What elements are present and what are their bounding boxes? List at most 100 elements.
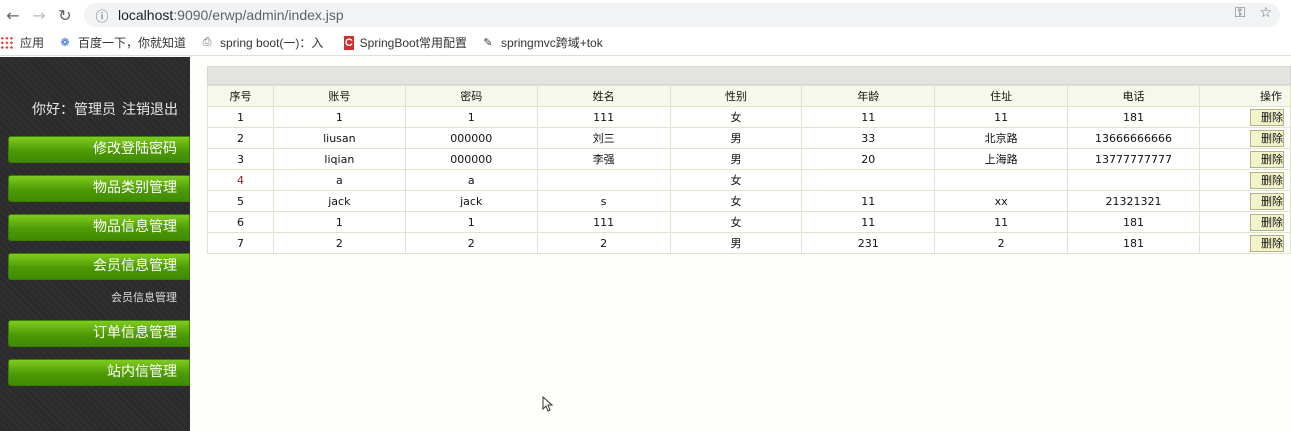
table-cell: 181 [1067, 211, 1200, 233]
main-content: 序号 账号 密码 姓名 性别 年龄 住址 电话 操作 1 1 1 111 女 11 11 18… [190, 57, 1291, 431]
table-cell: 111 [536, 211, 671, 233]
table-row: 1 1 1 111 女 11 11 181 删除 [207, 106, 1291, 128]
mouse-cursor-icon [542, 396, 554, 412]
bookmarks-bar: 应用 ❁ 百度一下，你就知道 ⎙ spring boot(一)：入 C SpringB… [0, 30, 1291, 56]
table-cell: a [404, 169, 538, 191]
menu-order-management[interactable]: 订单信息管理 [8, 320, 190, 347]
table-cell: 33 [801, 127, 936, 149]
bookmark-springmvc[interactable]: ✎ springmvc跨域+tok [481, 34, 606, 51]
table-cell: 181 [1067, 232, 1200, 254]
submenu-member-management[interactable]: 会员信息管理 [111, 289, 177, 305]
table-row: 5 jack jack s 女 11 xx 21321321 删除 [207, 190, 1291, 212]
bookmark-spring-boot[interactable]: ⎙ spring boot(一)：入 [200, 34, 330, 51]
header-id: 序号 [207, 85, 274, 107]
table-cell: 20 [801, 148, 936, 170]
delete-button[interactable]: 删除 [1250, 213, 1284, 231]
header-actions: 操作 [1199, 85, 1291, 107]
table-cell: 11 [934, 106, 1069, 128]
table-cell: 2 [272, 232, 406, 254]
forward-icon[interactable]: → [26, 2, 52, 28]
table-cell: 000000 [404, 148, 538, 170]
table-cell: 7 [207, 232, 274, 254]
menu-member-management[interactable]: 会员信息管理 [8, 253, 190, 280]
table-cell: 13666666666 [1067, 127, 1200, 149]
table-cell: 1 [404, 106, 538, 128]
delete-button[interactable]: 删除 [1250, 171, 1284, 189]
table-cell-actions: 删除 [1199, 232, 1291, 254]
delete-button[interactable]: 删除 [1250, 129, 1284, 147]
table-cell: 6 [207, 211, 274, 233]
table-cell [934, 169, 1069, 191]
delete-button[interactable]: 删除 [1250, 234, 1284, 252]
greeting: 你好：管理员 [32, 102, 116, 118]
table-cell: s [536, 190, 671, 212]
table-cell: 2 [404, 232, 538, 254]
header-name: 姓名 [536, 85, 671, 107]
table-row: 4 a a 女删除 [207, 169, 1291, 191]
table-cell [801, 169, 936, 191]
table-cell: 21321321 [1067, 190, 1200, 212]
member-table: 序号 账号 密码 姓名 性别 年龄 住址 电话 操作 1 1 1 111 女 11 11 18… [207, 85, 1291, 254]
table-cell: jack [404, 190, 538, 212]
table-cell: 女 [669, 190, 803, 212]
page-icon: ⎙ [202, 36, 212, 48]
table-cell [536, 169, 671, 191]
bookmark-springboot-config[interactable]: C SpringBoot常用配置 [344, 34, 467, 51]
table-cell: 上海路 [934, 148, 1069, 170]
table-cell: a [272, 169, 406, 191]
header-gender: 性别 [669, 85, 803, 107]
table-cell-actions: 删除 [1199, 127, 1291, 149]
menu-message-management[interactable]: 站内信管理 [8, 359, 190, 386]
info-icon[interactable]: ⓘ [92, 6, 112, 25]
table-cell [1067, 169, 1200, 191]
table-cell: 北京路 [934, 127, 1069, 149]
menu-category-management[interactable]: 物品类别管理 [8, 175, 190, 202]
url-text: localhost:9090/erwp/admin/index.jsp [118, 7, 344, 23]
table-cell-actions: 删除 [1199, 169, 1291, 191]
table-cell: liusan [272, 127, 406, 149]
table-cell: 000000 [404, 127, 538, 149]
table-row: 6 1 1 111 女 11 11 181 删除 [207, 211, 1291, 233]
delete-button[interactable]: 删除 [1250, 150, 1284, 168]
apps-icon [0, 35, 14, 50]
table-cell: 1 [272, 106, 406, 128]
address-bar[interactable]: ⓘ localhost:9090/erwp/admin/index.jsp ⚿ … [84, 3, 1280, 27]
table-cell: 男 [669, 232, 803, 254]
reload-icon[interactable]: ↻ [52, 2, 78, 28]
star-icon[interactable]: ☆ [1259, 5, 1272, 21]
bookmark-baidu[interactable]: ❁ 百度一下，你就知道 [58, 34, 186, 51]
table-cell: 11 [801, 190, 936, 212]
table-cell: 181 [1067, 106, 1200, 128]
table-cell: 1 [404, 211, 538, 233]
table-cell: 刘三 [536, 127, 671, 149]
bookmark-apps[interactable]: 应用 [0, 34, 44, 51]
table-caption-bar [207, 66, 1291, 85]
header-phone: 电话 [1067, 85, 1200, 107]
table-row: 7 2 2 2 男 231 2 181 删除 [207, 232, 1291, 254]
table-cell: 女 [669, 211, 803, 233]
table-cell: 11 [801, 106, 936, 128]
table-cell: 111 [536, 106, 671, 128]
table-cell: 1 [272, 211, 406, 233]
menu-change-password[interactable]: 修改登陆密码 [8, 136, 190, 163]
delete-button[interactable]: 删除 [1250, 108, 1284, 126]
baidu-paw-icon: ❁ [60, 37, 70, 49]
table-cell: 13777777777 [1067, 148, 1200, 170]
logout-link[interactable]: 注销退出 [122, 102, 178, 118]
table-cell: 男 [669, 148, 803, 170]
sidebar: 你好：管理员 注销退出 修改登陆密码 物品类别管理 物品信息管理 会员信息管理 会… [0, 57, 190, 431]
table-cell: 5 [207, 190, 274, 212]
table-cell-actions: 删除 [1199, 190, 1291, 212]
welcome-text: 你好：管理员 注销退出 [26, 99, 178, 119]
table-row: 3 liqian 000000 李强男 20 上海路 13777777777 删除 [207, 148, 1291, 170]
table-cell: 11 [801, 211, 936, 233]
delete-button[interactable]: 删除 [1250, 192, 1284, 210]
table-cell: 李强 [536, 148, 671, 170]
table-cell-actions: 删除 [1199, 211, 1291, 233]
key-icon[interactable]: ⚿ [1235, 5, 1246, 21]
menu-item-management[interactable]: 物品信息管理 [8, 214, 190, 241]
back-icon[interactable]: ← [0, 2, 26, 28]
table-cell: 2 [536, 232, 671, 254]
table-header-row: 序号 账号 密码 姓名 性别 年龄 住址 电话 操作 [207, 85, 1291, 107]
table-cell: 男 [669, 127, 803, 149]
